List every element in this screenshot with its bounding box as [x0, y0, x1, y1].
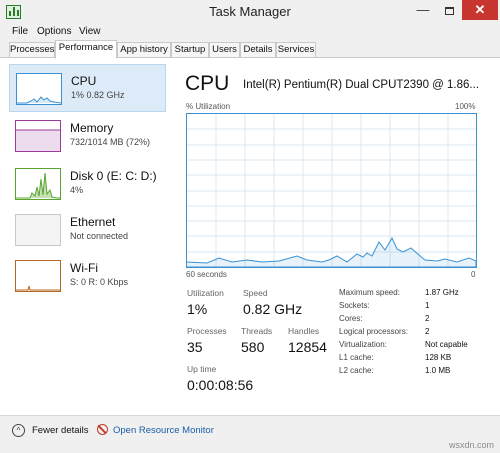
menu-view[interactable]: View [79, 26, 101, 37]
minimize-button[interactable]: — [410, 0, 436, 20]
spec-value: 2 [425, 327, 430, 336]
spec-label: Sockets: [339, 301, 370, 310]
tab-users[interactable]: Users [209, 42, 240, 58]
resource-monitor-icon[interactable] [97, 424, 108, 435]
cpu-thumbnail-graph [16, 73, 62, 105]
page-title: CPU [185, 72, 230, 95]
menu-bar: File Options View [0, 24, 500, 40]
sidebar-item-value: S: 0 R: 0 Kbps [70, 277, 129, 287]
resource-list: CPU 1% 0.82 GHz Memory 732/1014 MB (72%)… [9, 62, 166, 412]
spec-label: Logical processors: [339, 327, 408, 336]
watermark: wsxdn.com [448, 440, 494, 450]
footer-bar: ^ Fewer details Open Resource Monitor ws… [0, 415, 500, 453]
utilization-label: Utilization [187, 288, 224, 298]
cpu-utilization-graph [186, 113, 477, 268]
spec-label: Maximum speed: [339, 288, 400, 297]
threads-label: Threads [241, 326, 273, 336]
spec-value: 2 [425, 314, 430, 323]
sidebar-item-wifi[interactable]: Wi-Fi S: 0 R: 0 Kbps [9, 252, 166, 300]
speed-label: Speed [243, 288, 268, 298]
graph-x-end: 0 [471, 270, 476, 279]
sidebar-item-value: 1% 0.82 GHz [71, 90, 125, 100]
tab-processes[interactable]: Processes [9, 42, 55, 58]
sidebar-item-disk[interactable]: Disk 0 (E: C: D:) 4% [9, 160, 166, 208]
spec-value: Not capable [425, 340, 468, 349]
processes-value: 35 [187, 339, 203, 355]
wifi-thumbnail-graph [15, 260, 61, 292]
sidebar-item-cpu[interactable]: CPU 1% 0.82 GHz [9, 64, 166, 112]
sidebar-item-value: 4% [70, 185, 84, 195]
graph-y-max: 100% [455, 102, 476, 111]
ethernet-thumbnail-graph [15, 214, 61, 246]
sidebar-item-value: Not connected [70, 231, 129, 241]
sidebar-item-value: 732/1014 MB (72%) [70, 137, 151, 147]
sidebar-item-label: Wi-Fi [70, 261, 98, 275]
disk-thumbnail-graph [15, 168, 61, 200]
sidebar-item-label: Memory [70, 121, 114, 135]
spec-label: Virtualization: [339, 340, 387, 349]
uptime-value: 0:00:08:56 [187, 377, 254, 393]
cpu-detail-panel: CPU Intel(R) Pentium(R) Dual CPUT2390 @ … [175, 62, 485, 412]
maximize-icon [444, 6, 454, 15]
sidebar-item-label: Disk 0 (E: C: D:) [70, 169, 157, 183]
threads-value: 580 [241, 339, 265, 355]
sidebar-item-label: Ethernet [70, 215, 116, 229]
spec-label: L1 cache: [339, 353, 374, 362]
tab-startup[interactable]: Startup [171, 42, 209, 58]
close-button[interactable]: ✕ [462, 0, 498, 20]
spec-value: 1.87 GHz [425, 288, 459, 297]
spec-value: 1.0 MB [425, 366, 451, 375]
memory-thumbnail-graph [15, 120, 61, 152]
tab-app-history[interactable]: App history [117, 42, 171, 58]
chevron-up-icon[interactable]: ^ [12, 424, 25, 437]
processor-name: Intel(R) Pentium(R) Dual CPUT2390 @ 1.86… [243, 79, 480, 91]
spec-value: 1 [425, 301, 430, 310]
open-resource-monitor-link[interactable]: Open Resource Monitor [113, 425, 214, 436]
tab-details[interactable]: Details [240, 42, 276, 58]
sidebar-item-label: CPU [71, 74, 97, 88]
fewer-details-link[interactable]: Fewer details [32, 425, 89, 436]
menu-options[interactable]: Options [37, 26, 71, 37]
graph-x-label: 60 seconds [186, 270, 227, 279]
uptime-label: Up time [187, 364, 217, 374]
sidebar-item-memory[interactable]: Memory 732/1014 MB (72%) [9, 112, 166, 160]
sidebar-item-ethernet[interactable]: Ethernet Not connected [9, 206, 166, 254]
spec-label: Cores: [339, 314, 363, 323]
tab-performance[interactable]: Performance [55, 40, 117, 59]
utilization-value: 1% [187, 301, 208, 317]
tab-services[interactable]: Services [276, 42, 316, 58]
processes-label: Processes [187, 326, 227, 336]
graph-y-label: % Utilization [186, 102, 231, 111]
speed-value: 0.82 GHz [243, 301, 303, 317]
menu-file[interactable]: File [12, 26, 28, 37]
title-bar: Task Manager — ✕ [0, 0, 500, 24]
spec-label: L2 cache: [339, 366, 374, 375]
tab-strip: Processes Performance App history Startu… [0, 40, 500, 59]
spec-value: 128 KB [425, 353, 452, 362]
handles-label: Handles [288, 326, 320, 336]
maximize-button[interactable] [436, 0, 462, 20]
handles-value: 12854 [288, 339, 327, 355]
